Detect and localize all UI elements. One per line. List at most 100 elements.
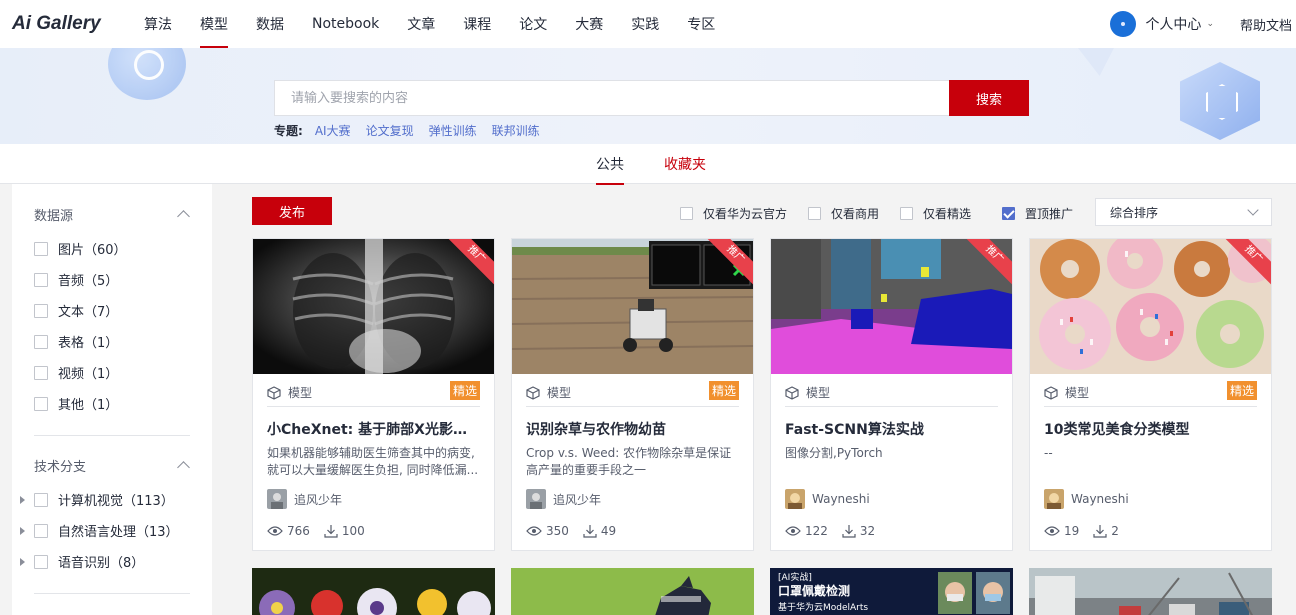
datasource-group-header[interactable]: 数据源: [34, 204, 190, 224]
nav-item-algorithm[interactable]: 算法: [130, 0, 186, 48]
chevron-up-icon: [177, 461, 190, 474]
publish-button[interactable]: 发布: [252, 197, 332, 225]
personal-center-menu[interactable]: 个人中心 ⌄: [1145, 14, 1214, 34]
checkbox[interactable]: [34, 365, 48, 380]
help-docs-link[interactable]: 帮助文档: [1240, 15, 1292, 34]
card-title[interactable]: Fast-SCNN算法实战: [785, 419, 998, 439]
filter-item-image[interactable]: 图片（60）: [34, 233, 190, 264]
topic-federated-training[interactable]: 联邦训练: [492, 122, 540, 139]
personal-center-label: 个人中心: [1145, 17, 1202, 33]
chevron-up-icon: [177, 210, 190, 223]
banner-line-3: 基于华为云ModelArts: [778, 601, 868, 613]
checkbox[interactable]: [34, 492, 48, 507]
topic-elastic-training[interactable]: 弹性训练: [429, 122, 477, 139]
tab-favorites[interactable]: 收藏夹: [664, 144, 706, 184]
segmentation-image: [771, 239, 1012, 374]
filter-item-audio[interactable]: 音频（5）: [34, 264, 190, 295]
checkbox[interactable]: [34, 272, 48, 287]
filter-label: 自然语言处理（13）: [58, 525, 179, 540]
user-avatar[interactable]: [1110, 11, 1137, 37]
tab-public[interactable]: 公共: [596, 144, 624, 185]
checkbox[interactable]: [34, 303, 48, 318]
traffic-image: [1029, 568, 1272, 615]
model-card-partial[interactable]: [252, 568, 495, 615]
checkbox-checked[interactable]: [1002, 207, 1015, 220]
expand-caret-icon[interactable]: [20, 557, 25, 566]
card-author[interactable]: 追风少年: [267, 489, 342, 509]
card-author[interactable]: 追风少年: [526, 489, 601, 509]
model-card[interactable]: 推广 模型 Fast-SCNN算法实战 图像分割,PyTorch Waynesh…: [770, 238, 1013, 551]
tech-group-header[interactable]: 技术分支: [34, 455, 190, 475]
checkbox[interactable]: [34, 396, 48, 411]
decorative-shape: [1078, 48, 1114, 76]
checkbox[interactable]: [34, 241, 48, 256]
filter-pinned[interactable]: 置顶推广: [1002, 205, 1073, 222]
nav-item-practice[interactable]: 实践: [617, 0, 673, 48]
nav-item-competition[interactable]: 大赛: [561, 0, 617, 48]
search-input[interactable]: [274, 80, 950, 116]
checkbox[interactable]: [34, 554, 48, 569]
author-name: 追风少年: [553, 492, 602, 507]
card-thumbnail-field: 推广: [512, 239, 753, 374]
donuts-image: [1030, 239, 1271, 374]
view-count: 19: [1064, 524, 1080, 538]
model-card-partial[interactable]: [1029, 568, 1272, 615]
model-card[interactable]: 推广 模型 精选 小CheXnet: 基于肺部X光影像... 如果机器能够辅助医…: [252, 238, 495, 551]
checkbox[interactable]: [808, 207, 821, 220]
card-title[interactable]: 识别杂草与农作物幼苗: [526, 419, 739, 439]
card-stats: 350 49: [526, 524, 616, 538]
expand-caret-icon[interactable]: [20, 526, 25, 535]
card-title[interactable]: 小CheXnet: 基于肺部X光影像...: [267, 419, 480, 439]
filter-label: 其他（1）: [58, 398, 119, 413]
nav-item-notebook[interactable]: Notebook: [298, 0, 393, 48]
topic-paper-reproduction[interactable]: 论文复现: [366, 122, 414, 139]
card-description: 如果机器能够辅助医生筛查其中的病变, 就可以大量缓解医生负担, 同时降低漏...: [267, 446, 479, 477]
filter-item-speech[interactable]: 语音识别（8）: [20, 546, 190, 577]
card-author[interactable]: Wayneshi: [785, 489, 870, 509]
author-avatar: [267, 489, 287, 509]
model-card[interactable]: 推广 模型 精选 识别杂草与农作物幼苗 Crop v.s. Weed: 农作物除…: [511, 238, 754, 551]
card-author[interactable]: Wayneshi: [1044, 489, 1129, 509]
avatar-dot-icon: [1121, 22, 1126, 26]
checkbox[interactable]: [34, 523, 48, 538]
nav-item-data[interactable]: 数据: [242, 0, 298, 48]
sort-select[interactable]: 综合排序: [1095, 198, 1272, 226]
card-thumbnail-segmentation: 推广: [771, 239, 1012, 374]
checkbox[interactable]: [34, 334, 48, 349]
filter-official[interactable]: 仅看华为云官方: [680, 205, 787, 222]
nav-item-model[interactable]: 模型: [186, 0, 242, 48]
model-card-partial[interactable]: [511, 568, 754, 615]
search-button[interactable]: 搜索: [949, 80, 1029, 116]
logo[interactable]: Ai Gallery: [12, 13, 130, 35]
nav-item-zone[interactable]: 专区: [673, 0, 729, 48]
expand-caret-icon[interactable]: [20, 495, 25, 504]
filter-item-video[interactable]: 视频（1）: [34, 357, 190, 388]
filter-item-table[interactable]: 表格（1）: [34, 326, 190, 357]
filter-item-cv[interactable]: 计算机视觉（113）: [20, 484, 190, 515]
checkbox[interactable]: [900, 207, 913, 220]
filter-label: 语音识别（8）: [58, 556, 145, 571]
download-icon: [583, 525, 597, 538]
nav-item-paper[interactable]: 论文: [505, 0, 561, 48]
download-count: 32: [859, 524, 876, 538]
nav-item-course[interactable]: 课程: [449, 0, 505, 48]
filter-item-nlp[interactable]: 自然语言处理（13）: [20, 515, 190, 546]
view-count: 766: [287, 524, 310, 538]
filter-commercial[interactable]: 仅看商用: [808, 205, 879, 222]
model-card-partial[interactable]: [AI实战] 口罩佩戴检测 基于华为云ModelArts 开发AI模型: [770, 568, 1013, 615]
nav-right: 个人中心 ⌄ 帮助文档: [1110, 0, 1296, 48]
card-thumbnail-donuts: 推广: [1030, 239, 1271, 374]
banner-line-2: 口罩佩戴检测: [778, 583, 850, 598]
filter-official-label: 仅看华为云官方: [703, 207, 788, 221]
topic-ai-competition[interactable]: AI大赛: [315, 122, 351, 139]
card-type: 模型: [547, 386, 572, 400]
filter-item-text[interactable]: 文本（7）: [34, 295, 190, 326]
filter-sidebar: 数据源 图片（60） 音频（5） 文本（7） 表格（1） 视频（1） 其他（1）…: [12, 184, 212, 615]
filter-item-other[interactable]: 其他（1）: [34, 388, 190, 419]
card-title[interactable]: 10类常见美食分类模型: [1044, 419, 1257, 439]
checkbox[interactable]: [680, 207, 693, 220]
card-type: 模型: [806, 386, 831, 400]
filter-featured[interactable]: 仅看精选: [900, 205, 971, 222]
model-card[interactable]: 推广 模型 精选 10类常见美食分类模型 -- Wayneshi 19 2: [1029, 238, 1272, 551]
nav-item-article[interactable]: 文章: [393, 0, 449, 48]
